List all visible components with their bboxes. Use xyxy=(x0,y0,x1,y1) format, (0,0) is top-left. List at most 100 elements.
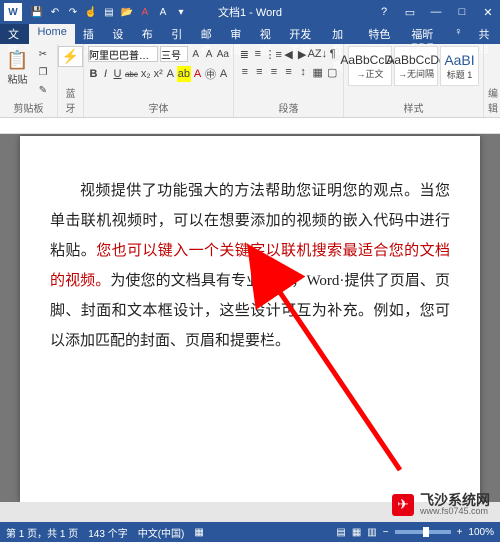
decrease-indent-button[interactable]: ◀ xyxy=(282,46,295,62)
group-paragraph: ≣ ≡ ⋮≡ ◀ ▶ AZ↓ ¶ ≡ ≡ ≡ ≡ ↕ ▦ ▢ 段落 xyxy=(234,44,344,117)
open-icon[interactable]: 📂 xyxy=(120,5,134,19)
bold-button[interactable]: B xyxy=(88,66,99,82)
bluetooth-icon[interactable]: ⚡ xyxy=(58,46,83,67)
numbering-button[interactable]: ≡ xyxy=(252,46,265,62)
page-indicator[interactable]: 第 1 页，共 1 页 xyxy=(6,525,78,540)
new-doc-icon[interactable]: ▤ xyxy=(102,5,116,19)
style-preview: AaBbCcDd xyxy=(386,53,445,67)
font-size-input[interactable] xyxy=(160,46,188,62)
multilevel-button[interactable]: ⋮≡ xyxy=(265,46,281,62)
save-icon[interactable]: 💾 xyxy=(30,5,44,19)
document-paragraph[interactable]: 视频提供了功能强大的方法帮助您证明您的观点。当您单击联机视频时，可以在想要添加的… xyxy=(50,176,450,356)
tab-developer[interactable]: 开发工具 xyxy=(281,24,324,44)
format-painter-button[interactable]: ✎ xyxy=(33,82,53,98)
superscript-button[interactable]: x² xyxy=(153,66,164,82)
grow-font-button[interactable]: A xyxy=(190,46,201,62)
window-title: 文档1 - Word xyxy=(218,4,282,20)
close-button[interactable]: ✕ xyxy=(476,2,500,22)
phonetic-button[interactable]: ㊥ xyxy=(204,66,217,82)
tab-insert[interactable]: 插入 xyxy=(75,24,104,44)
tab-file[interactable]: 文件 xyxy=(0,24,29,44)
word-count[interactable]: 143 个字 xyxy=(88,525,127,540)
qat-more-icon[interactable]: ▾ xyxy=(174,5,188,19)
text-effects-button[interactable]: A xyxy=(165,66,176,82)
tab-mailings[interactable]: 邮件 xyxy=(193,24,222,44)
tab-addins[interactable]: 加载项 xyxy=(324,24,360,44)
status-bar: 第 1 页，共 1 页 143 个字 中文(中国) ▦ ▤ ▦ ▥ − + 10… xyxy=(0,522,500,542)
document-area: 视频提供了功能强大的方法帮助您证明您的观点。当您单击联机视频时，可以在想要添加的… xyxy=(0,134,500,502)
style-label: →无间隔 xyxy=(398,67,434,80)
editing-group-label: 编辑 xyxy=(488,85,498,115)
zoom-level[interactable]: 100% xyxy=(468,527,494,538)
tab-foxit-pdf[interactable]: 福昕PDF xyxy=(403,24,446,44)
borders-button[interactable]: ▢ xyxy=(325,64,339,80)
font-color-qat-icon[interactable]: A xyxy=(138,5,152,19)
font-name-input[interactable] xyxy=(88,46,158,62)
sort-button[interactable]: AZ↓ xyxy=(309,46,325,62)
copy-button[interactable]: ❐ xyxy=(33,64,53,80)
increase-indent-button[interactable]: ▶ xyxy=(296,46,309,62)
style-no-spacing[interactable]: AaBbCcDd →无间隔 xyxy=(394,46,438,86)
redo-icon[interactable]: ↷ xyxy=(66,5,80,19)
minimize-button[interactable]: — xyxy=(424,2,448,22)
window-controls: ? ▭ — □ ✕ xyxy=(372,2,500,22)
paste-icon: 📋 xyxy=(6,50,28,71)
style-label: 标题 1 xyxy=(447,68,473,81)
document-page[interactable]: 视频提供了功能强大的方法帮助您证明您的观点。当您单击联机视频时，可以在想要添加的… xyxy=(20,136,480,502)
quick-access-toolbar: 💾 ↶ ↷ ☝ ▤ 📂 A A ▾ xyxy=(30,5,188,19)
paste-button[interactable]: 📋 粘贴 xyxy=(4,46,31,90)
touch-mode-icon[interactable]: ☝ xyxy=(84,5,98,19)
align-left-button[interactable]: ≡ xyxy=(238,64,252,80)
share-button[interactable]: 共享 xyxy=(471,24,500,44)
font-color-button[interactable]: A xyxy=(192,66,203,82)
language-indicator[interactable]: 中文(中国) xyxy=(138,525,185,540)
maximize-button[interactable]: □ xyxy=(450,2,474,22)
tab-home[interactable]: Home xyxy=(29,24,74,44)
tab-references[interactable]: 引用 xyxy=(163,24,192,44)
ribbon: 📋 粘贴 ✂ ❐ ✎ 剪贴板 ⚡ 蓝牙 A A Aa xyxy=(0,44,500,118)
tab-design[interactable]: 设计 xyxy=(104,24,133,44)
italic-button[interactable]: I xyxy=(100,66,111,82)
tell-me-icon[interactable]: ♀ xyxy=(446,24,470,44)
ribbon-toggle-icon[interactable]: ▭ xyxy=(398,2,422,22)
show-marks-button[interactable]: ¶ xyxy=(326,46,339,62)
style-heading1[interactable]: AaBI 标题 1 xyxy=(440,46,479,86)
zoom-in-button[interactable]: + xyxy=(457,527,463,538)
text-run: 为使您的文档具有专业外观，Word·提供了页眉、页脚、封面和文本框设计，这些设计… xyxy=(50,273,450,349)
help-icon[interactable]: ? xyxy=(372,2,396,22)
tab-review[interactable]: 审阅 xyxy=(222,24,251,44)
align-right-button[interactable]: ≡ xyxy=(267,64,281,80)
print-layout-button[interactable]: ▦ xyxy=(352,527,361,538)
read-mode-button[interactable]: ▤ xyxy=(336,527,345,538)
cut-button[interactable]: ✂ xyxy=(33,46,53,62)
styles-group-label: 样式 xyxy=(348,100,479,115)
shading-button[interactable]: ▦ xyxy=(311,64,325,80)
group-editing: 编辑 xyxy=(484,44,500,117)
font-qat-icon[interactable]: A xyxy=(156,5,170,19)
bullets-button[interactable]: ≣ xyxy=(238,46,251,62)
tab-layout[interactable]: 布局 xyxy=(134,24,163,44)
tab-view[interactable]: 视图 xyxy=(252,24,281,44)
bt-group-label: 蓝牙 xyxy=(62,85,79,115)
tab-features[interactable]: 特色功能 xyxy=(360,24,403,44)
zoom-slider[interactable] xyxy=(395,530,451,534)
change-case-button[interactable]: Aa xyxy=(217,46,229,62)
align-center-button[interactable]: ≡ xyxy=(253,64,267,80)
underline-button[interactable]: U xyxy=(112,66,123,82)
justify-button[interactable]: ≡ xyxy=(282,64,296,80)
ribbon-tabs: 文件 Home 插入 设计 布局 引用 邮件 审阅 视图 开发工具 加载项 特色… xyxy=(0,24,500,44)
highlight-button[interactable]: ab xyxy=(177,66,191,82)
strikethrough-button[interactable]: abc xyxy=(124,66,139,82)
zoom-thumb[interactable] xyxy=(423,527,429,537)
group-clipboard: 📋 粘贴 ✂ ❐ ✎ 剪贴板 xyxy=(0,44,58,117)
undo-icon[interactable]: ↶ xyxy=(48,5,62,19)
subscript-button[interactable]: x₂ xyxy=(140,66,152,82)
insert-mode-icon[interactable]: ▦ xyxy=(194,527,203,538)
zoom-out-button[interactable]: − xyxy=(383,527,389,538)
group-font: A A Aa B I U abc x₂ x² A ab A ㊥ A 字体 xyxy=(84,44,234,117)
web-layout-button[interactable]: ▥ xyxy=(367,527,376,538)
char-border-button[interactable]: A xyxy=(218,66,229,82)
horizontal-ruler[interactable] xyxy=(0,118,500,134)
line-spacing-button[interactable]: ↕ xyxy=(296,64,310,80)
shrink-font-button[interactable]: A xyxy=(203,46,214,62)
